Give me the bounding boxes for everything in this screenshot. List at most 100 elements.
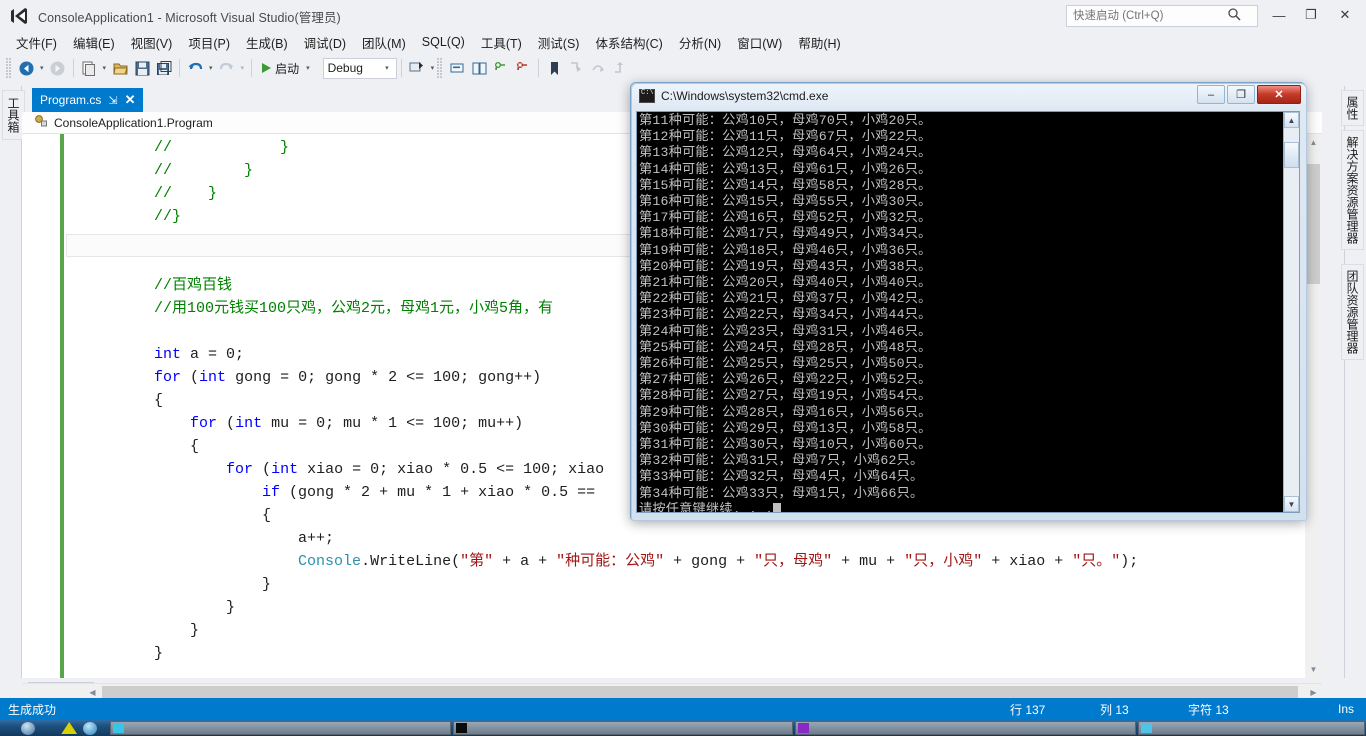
tab-label: Program.cs	[40, 93, 102, 107]
solution-configuration-select[interactable]: Debug ▾	[322, 57, 397, 79]
code-line-for-gong: for (int gong = 0; gong * 2 <= 100; gong…	[154, 369, 542, 386]
menu-item-file[interactable]: 文件(F)	[8, 32, 65, 53]
menu-item-project[interactable]: 项目(P)	[180, 32, 238, 53]
cmd-cursor	[773, 502, 782, 512]
cmd-line: 第15种可能：公鸡14只，母鸡58只，小鸡28只。	[639, 177, 932, 193]
cmd-line: 第13种可能：公鸡12只，母鸡64只，小鸡24只。	[639, 145, 932, 161]
scroll-up-icon[interactable]: ▲	[1305, 134, 1322, 151]
menu-item-sql[interactable]: SQL(Q)	[414, 34, 473, 50]
menu-item-analyze[interactable]: 分析(N)	[671, 32, 729, 53]
start-debug-button[interactable]: 启动 ▾	[256, 57, 319, 79]
open-file-icon[interactable]	[109, 57, 131, 79]
cmd-scroll-up-icon[interactable]: ▲	[1284, 112, 1299, 128]
solution-configuration-value: Debug	[327, 61, 363, 75]
taskbar-item-cmd[interactable]	[452, 721, 794, 735]
tab-program-cs[interactable]: Program.cs ⇲ ✕	[32, 88, 144, 112]
undo-icon[interactable]	[184, 57, 206, 79]
cmd-line: 第24种可能：公鸡23只，母鸡31只，小鸡46只。	[639, 323, 932, 339]
cmd-console-output[interactable]: 第11种可能：公鸡10只，母鸡70只，小鸡20只。 第12种可能：公鸡11只，母…	[636, 111, 1300, 513]
cmd-scroll-down-icon[interactable]: ▼	[1284, 496, 1299, 512]
menu-item-architecture[interactable]: 体系结构(C)	[587, 32, 670, 53]
menu-item-build[interactable]: 生成(B)	[238, 32, 296, 53]
code-line-comment-3: // }	[82, 185, 218, 202]
status-insert-mode[interactable]: Ins	[1338, 702, 1354, 716]
cmd-minimize-button[interactable]: –	[1197, 85, 1225, 104]
toolbar-grip[interactable]	[6, 58, 12, 78]
add-breakpoint-icon[interactable]	[490, 57, 512, 79]
cmd-vertical-scrollbar[interactable]: ▲ ▼	[1283, 112, 1299, 512]
cmd-line: 第17种可能：公鸡16只，母鸡52只，小鸡32只。	[639, 210, 932, 226]
menu-item-help[interactable]: 帮助(H)	[790, 32, 848, 53]
windows-taskbar	[0, 720, 1366, 736]
save-all-icon[interactable]	[153, 57, 175, 79]
pin-icon[interactable]: ⇲	[108, 94, 117, 107]
menu-item-debug[interactable]: 调试(D)	[296, 32, 354, 53]
title-bar: ConsoleApplication1 - Microsoft Visual S…	[0, 0, 1366, 32]
menu-item-team[interactable]: 团队(M)	[354, 32, 414, 53]
standard-toolbar: ▾ ▾ ▾ ▾ 启动 ▾ Debug ▾ ▾	[0, 54, 1366, 82]
menu-item-test[interactable]: 测试(S)	[530, 32, 588, 53]
menu-item-view[interactable]: 视图(V)	[123, 32, 181, 53]
taskbar-item-1[interactable]	[109, 721, 451, 735]
undo-dropdown-icon[interactable]: ▾	[206, 64, 216, 72]
close-button[interactable]: ✕	[1330, 2, 1360, 28]
vertical-scroll-thumb[interactable]	[1307, 164, 1320, 284]
scroll-down-icon[interactable]: ▼	[1305, 661, 1322, 678]
status-bar: 生成成功 行 137 列 13 字符 13 Ins	[0, 698, 1366, 720]
play-icon	[262, 63, 272, 73]
close-icon[interactable]: ✕	[125, 92, 136, 108]
toolbar-grip[interactable]	[437, 58, 444, 78]
cmd-line: 第19种可能：公鸡18只，母鸡46只，小鸡36只。	[639, 242, 932, 258]
start-debug-dropdown-icon[interactable]: ▾	[303, 64, 313, 72]
bookmark-icon[interactable]	[543, 57, 565, 79]
uncomment-selection-icon[interactable]	[468, 57, 490, 79]
sidebar-item-properties[interactable]: 属性	[1341, 90, 1364, 126]
cmd-line: 第30种可能：公鸡29只，母鸡13只，小鸡58只。	[639, 420, 932, 436]
code-line-brace-close-1: }	[82, 576, 272, 593]
code-line-comment-desc: //用100元钱买100只鸡，公鸡2元，母鸡1元，小鸡5角，有	[82, 300, 554, 317]
quick-launch-box[interactable]	[1066, 5, 1258, 27]
quick-launch-input[interactable]	[1067, 7, 1225, 25]
status-character: 字符 13	[1188, 702, 1229, 717]
maximize-button[interactable]: ❐	[1296, 2, 1326, 28]
taskbar-item-visual-studio-icon	[798, 723, 810, 733]
cmd-close-button[interactable]: ✕	[1257, 85, 1301, 104]
cmd-line: 第11种可能：公鸡10只，母鸡70只，小鸡20只。	[639, 113, 932, 128]
sidebar-item-solution-explorer[interactable]: 解决方案资源管理器	[1341, 130, 1364, 250]
redo-icon	[216, 57, 238, 79]
taskbar-item-visual-studio[interactable]	[795, 721, 1136, 735]
cmd-console-window[interactable]: C:\Windows\system32\cmd.exe – ❐ ✕ 第11种可能…	[630, 82, 1307, 521]
cmd-line: 第33种可能：公鸡32只，母鸡4只，小鸡64只。	[639, 469, 924, 485]
editor-vertical-scrollbar[interactable]: ▲ ▼	[1305, 134, 1322, 678]
cmd-line: 第23种可能：公鸡22只，母鸡34只，小鸡44只。	[639, 307, 932, 323]
navigate-backward-icon[interactable]	[15, 57, 37, 79]
menu-item-window[interactable]: 窗口(W)	[729, 32, 790, 53]
cmd-line: 第25种可能：公鸡24只，母鸡28只，小鸡48只。	[639, 339, 932, 355]
attach-to-process-icon[interactable]	[406, 57, 428, 79]
taskbar-browser-icon[interactable]	[83, 721, 97, 735]
taskbar-quicklaunch-icon[interactable]	[61, 722, 78, 734]
save-icon[interactable]	[131, 57, 153, 79]
visual-studio-logo-icon	[8, 5, 30, 27]
cmd-scroll-thumb[interactable]	[1284, 142, 1299, 168]
attach-dropdown-icon[interactable]: ▾	[428, 64, 438, 72]
status-message: 生成成功	[8, 702, 57, 717]
cmd-line: 第28种可能：公鸡27只，母鸡19只，小鸡54只。	[639, 388, 932, 404]
chevron-down-icon[interactable]: ▾	[382, 64, 392, 72]
cmd-maximize-button[interactable]: ❐	[1227, 85, 1255, 104]
navigation-bar-type[interactable]: ConsoleApplication1.Program	[54, 116, 213, 130]
menu-item-edit[interactable]: 编辑(E)	[65, 32, 123, 53]
code-line-if: if (gong * 2 + mu * 1 + xiao * 0.5 ==	[262, 484, 596, 501]
code-line-for-mu: for (int mu = 0; mu * 1 <= 100; mu++)	[190, 415, 524, 432]
remove-breakpoint-icon[interactable]	[512, 57, 534, 79]
taskbar-item-4[interactable]	[1137, 721, 1365, 735]
start-button[interactable]	[0, 721, 55, 736]
sidebar-item-team-explorer[interactable]: 团队资源管理器	[1341, 264, 1364, 360]
new-project-icon[interactable]	[78, 57, 100, 79]
search-icon[interactable]	[1227, 7, 1241, 26]
menu-item-tools[interactable]: 工具(T)	[473, 32, 530, 53]
new-project-dropdown-icon[interactable]: ▾	[100, 64, 110, 72]
comment-selection-icon[interactable]	[446, 57, 468, 79]
navigate-backward-dropdown-icon[interactable]: ▾	[37, 64, 47, 72]
minimize-button[interactable]: —	[1264, 2, 1294, 28]
